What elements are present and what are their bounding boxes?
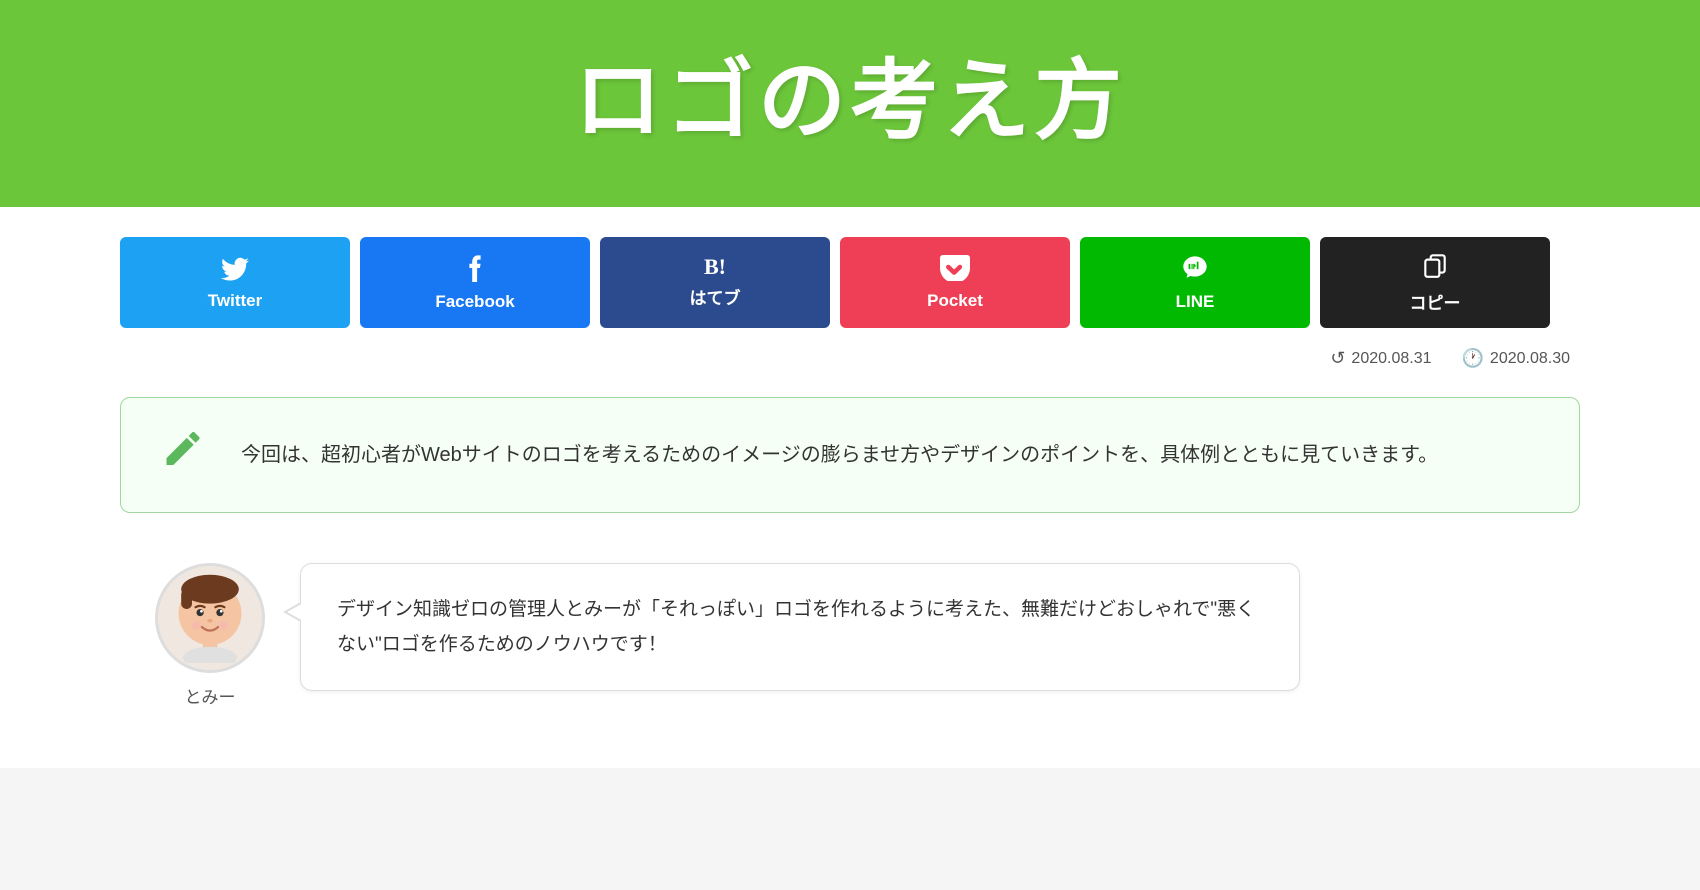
chat-message: デザイン知識ゼロの管理人とみーが「それっぽい」ロゴを作れるように考えた、無難だけ… — [337, 592, 1263, 662]
twitter-icon — [221, 255, 249, 285]
line-share-button[interactable]: LINE — [1080, 237, 1310, 328]
pocket-icon — [940, 255, 970, 285]
pencil-icon — [161, 427, 205, 484]
avatar-wrap: とみー — [150, 563, 270, 708]
hatena-share-button[interactable]: B! はてブ — [600, 237, 830, 328]
hatena-icon: B! — [704, 256, 726, 278]
published-date: 🕐 2020.08.30 — [1462, 348, 1571, 369]
avatar — [155, 563, 265, 673]
copy-label: コピー — [1410, 289, 1461, 314]
copy-share-button[interactable]: コピー — [1320, 237, 1550, 328]
summary-text: 今回は、超初心者がWebサイトのロゴを考えるためのイメージの膨らませ方やデザイン… — [241, 436, 1529, 474]
avatar-label: とみー — [185, 683, 236, 708]
page-content: Twitter Facebook B! はてブ Pocket — [0, 207, 1700, 768]
updated-date-value: 2020.08.31 — [1351, 350, 1431, 368]
line-icon — [1180, 254, 1210, 286]
summary-box: 今回は、超初心者がWebサイトのロゴを考えるためのイメージの膨らませ方やデザイン… — [120, 397, 1580, 513]
chat-section: とみー デザイン知識ゼロの管理人とみーが「それっぽい」ロゴを作れるように考えた、… — [120, 563, 1580, 708]
date-row: ↺ 2020.08.31 🕐 2020.08.30 — [120, 348, 1580, 369]
share-buttons: Twitter Facebook B! はてブ Pocket — [120, 237, 1580, 328]
page-title: ロゴの考え方 — [20, 30, 1680, 157]
speech-bubble-wrap: デザイン知識ゼロの管理人とみーが「それっぽい」ロゴを作れるように考えた、無難だけ… — [300, 563, 1300, 691]
copy-icon — [1422, 251, 1448, 283]
facebook-label: Facebook — [435, 292, 514, 312]
clock-icon: 🕐 — [1462, 348, 1484, 369]
facebook-share-button[interactable]: Facebook — [360, 237, 590, 328]
facebook-icon — [466, 254, 484, 286]
hero-banner: ロゴの考え方 — [0, 0, 1700, 207]
twitter-share-button[interactable]: Twitter — [120, 237, 350, 328]
line-label: LINE — [1176, 292, 1215, 312]
hatena-label: はてブ — [690, 284, 741, 309]
twitter-label: Twitter — [208, 291, 262, 311]
published-date-value: 2020.08.30 — [1490, 350, 1570, 368]
updated-date: ↺ 2020.08.31 — [1330, 348, 1431, 369]
pocket-label: Pocket — [927, 291, 983, 311]
pocket-share-button[interactable]: Pocket — [840, 237, 1070, 328]
speech-bubble: デザイン知識ゼロの管理人とみーが「それっぽい」ロゴを作れるように考えた、無難だけ… — [300, 563, 1300, 691]
updated-icon: ↺ — [1330, 348, 1345, 369]
